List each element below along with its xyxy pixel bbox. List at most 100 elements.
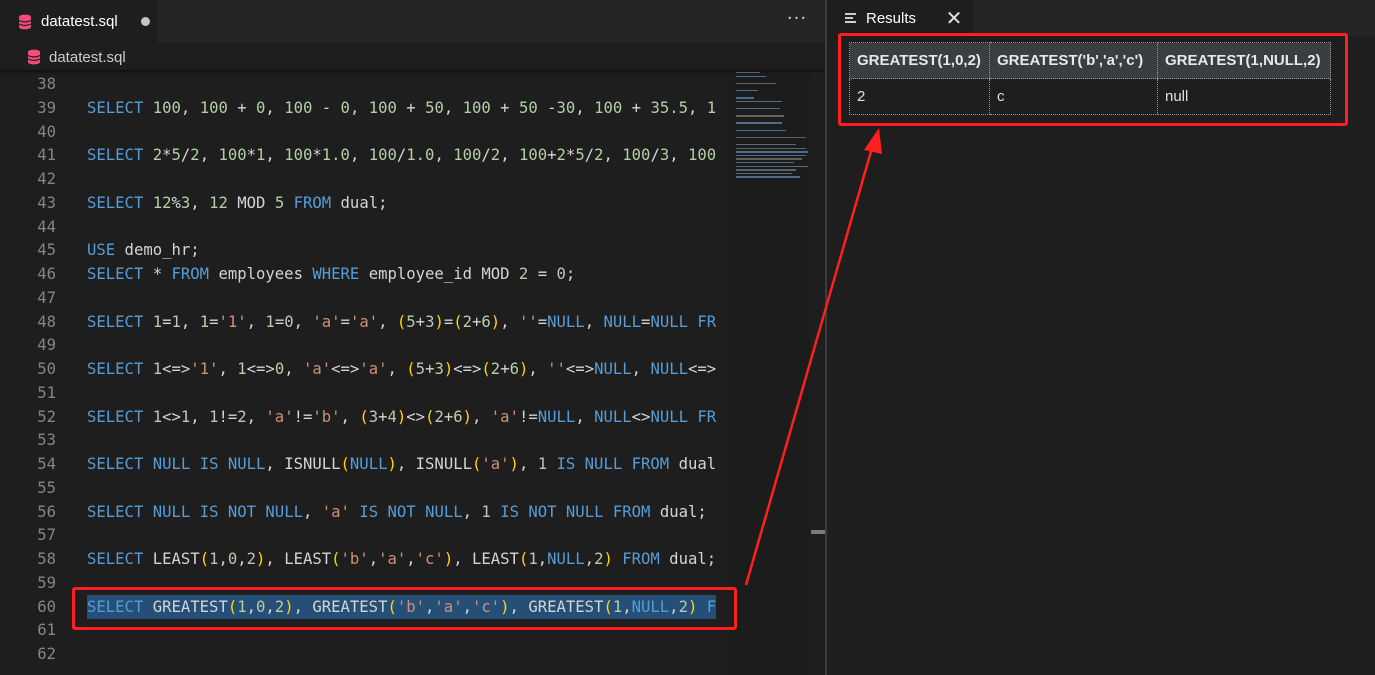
- code-token: <=>: [565, 360, 595, 378]
- code-token: F: [706, 597, 717, 616]
- column-header[interactable]: GREATEST(1,0,2): [849, 42, 990, 79]
- code-token: ,: [246, 597, 257, 616]
- code-token: ): [462, 407, 473, 426]
- code-token: 100: [368, 146, 397, 165]
- code-token: +: [415, 312, 426, 331]
- code-line[interactable]: 53: [0, 428, 730, 452]
- editor-tab-datatest-sql[interactable]: datatest.sql: [0, 0, 158, 43]
- code-token: NULL: [631, 597, 670, 616]
- code-token: FROM: [631, 455, 670, 473]
- code-line[interactable]: 57: [0, 523, 730, 547]
- code-editor[interactable]: 38 39 SELECT 100, 100 + 0, 100 - 0, 100 + …: [0, 72, 730, 675]
- code-token: ,: [349, 146, 369, 165]
- code-token: (: [359, 407, 369, 426]
- editor-tab-bar: datatest.sql ···: [0, 0, 825, 43]
- code-line[interactable]: 38: [0, 72, 730, 96]
- vertical-scrollbar[interactable]: [811, 72, 825, 675]
- code-line[interactable]: 59: [0, 571, 730, 595]
- code-token: dual;: [650, 502, 707, 521]
- breadcrumb[interactable]: datatest.sql: [0, 43, 825, 71]
- code-token: 'a': [349, 312, 379, 331]
- code-token: 1: [171, 312, 181, 331]
- code-line[interactable]: 62: [0, 642, 730, 666]
- code-token: 'a': [378, 550, 407, 568]
- code-line[interactable]: 43 SELECT 12%3, 12 MOD 5 FROM dual;: [0, 191, 730, 215]
- code-line[interactable]: 45 USE demo_hr;: [0, 238, 730, 262]
- code-line[interactable]: 52 SELECT 1<>1, 1!=2, 'a'!='b', (3+4)<>(2…: [0, 405, 730, 429]
- code-token: USE: [87, 241, 116, 260]
- code-token: *: [162, 146, 172, 165]
- code-token: demo_hr;: [115, 241, 200, 260]
- code-line[interactable]: 40: [0, 120, 730, 144]
- code-token: NOT: [387, 502, 416, 521]
- code-token: 6: [481, 312, 491, 331]
- code-token: employee_id MOD: [359, 265, 519, 283]
- code-token: ,: [340, 407, 360, 426]
- code-token: NULL: [650, 407, 688, 426]
- code-token: , GREATEST: [509, 597, 604, 616]
- code-token: 'b': [312, 407, 341, 426]
- code-token: SELECT: [87, 407, 144, 426]
- code-token: '1': [190, 360, 219, 378]
- code-token: ,: [462, 502, 482, 521]
- code-line[interactable]: 39 SELECT 100, 100 + 0, 100 - 0, 100 + 50…: [0, 96, 730, 120]
- code-line[interactable]: 55: [0, 476, 730, 500]
- code-token: SELECT: [87, 193, 144, 212]
- code-line[interactable]: 61: [0, 618, 730, 642]
- code-line[interactable]: 58 SELECT LEAST(1,0,2), LEAST('b','a','c'…: [0, 547, 730, 571]
- code-line[interactable]: 44: [0, 215, 730, 239]
- code-token: <=>: [162, 360, 191, 378]
- line-number: 42: [37, 170, 56, 188]
- line-number: 58: [37, 550, 56, 568]
- code-line[interactable]: 46 SELECT * FROM employees WHERE employee…: [0, 262, 730, 286]
- code-line[interactable]: 54 SELECT NULL IS NULL, ISNULL(NULL), ISN…: [0, 452, 730, 476]
- code-token: ,: [500, 312, 519, 331]
- code-line[interactable]: 51: [0, 381, 730, 405]
- code-line[interactable]: 56 SELECT NULL IS NOT NULL, 'a' IS NOT NU…: [0, 500, 730, 524]
- code-token: ): [490, 312, 501, 331]
- table-cell[interactable]: c: [989, 78, 1158, 115]
- code-line[interactable]: 41 SELECT 2*5/2, 100*1, 100*1.0, 100/1.0,…: [0, 143, 730, 167]
- unsaved-dot-icon[interactable]: [140, 17, 150, 26]
- code-token: ): [396, 407, 407, 426]
- results-pane: Results ✕ GREATEST(1,0,2) GREATEST('b','…: [827, 0, 1375, 675]
- minimap-line: [736, 144, 796, 146]
- code-token: <=>: [331, 360, 360, 378]
- minimap[interactable]: [736, 72, 810, 192]
- code-line[interactable]: 49: [0, 333, 730, 357]
- code-token: , LEAST: [453, 550, 519, 568]
- code-token: employees: [209, 265, 313, 283]
- column-header[interactable]: GREATEST(1,NULL,2): [1157, 42, 1331, 79]
- minimap-line: [736, 115, 784, 117]
- code-token: SELECT: [87, 455, 144, 473]
- code-token: ): [443, 550, 454, 568]
- code-token: +: [490, 98, 519, 117]
- column-header[interactable]: GREATEST('b','a','c'): [989, 42, 1158, 79]
- code-token: /: [650, 146, 660, 165]
- more-actions-button[interactable]: ···: [785, 10, 809, 32]
- close-icon[interactable]: ✕: [945, 8, 963, 28]
- code-line[interactable]: 48 SELECT 1=1, 1='1', 1=0, 'a'='a', (5+3)…: [0, 310, 730, 334]
- code-line[interactable]: 47: [0, 286, 730, 310]
- code-token: (: [406, 360, 416, 378]
- code-token: 1: [199, 312, 210, 331]
- table-cell[interactable]: null: [1157, 78, 1331, 115]
- code-token: +: [547, 146, 557, 165]
- code-token: , ISNULL: [396, 455, 472, 473]
- code-token: GREATEST: [143, 597, 228, 616]
- code-token: IS: [556, 455, 576, 473]
- code-token: ,: [575, 407, 595, 426]
- code-line[interactable]: 50 SELECT 1<=>'1', 1<=>0, 'a'<=>'a', (5+3…: [0, 357, 730, 381]
- code-token: 100: [284, 98, 313, 117]
- code-token: ,: [302, 502, 322, 521]
- code-line[interactable]: 42: [0, 167, 730, 191]
- code-line-selected[interactable]: 60 SELECT GREATEST(1,0,2), GREATEST('b','…: [0, 594, 730, 619]
- scrollbar-thumb[interactable]: [811, 530, 825, 534]
- code-token: 1: [612, 597, 623, 616]
- code-token: 'a': [359, 360, 388, 378]
- table-cell[interactable]: 2: [849, 78, 990, 115]
